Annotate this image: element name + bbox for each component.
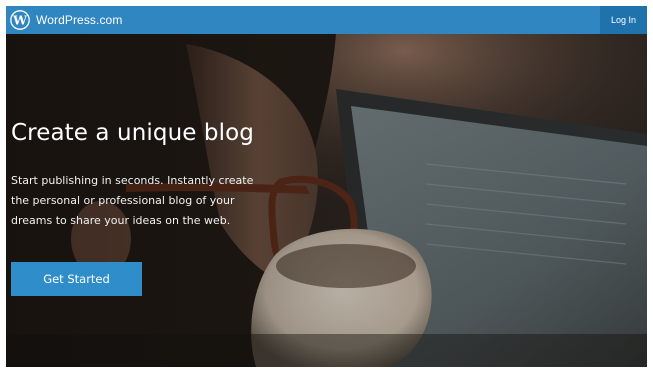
brand-home-link[interactable]: W WordPress.com [10,9,122,31]
brand-name: WordPress.com [36,13,123,27]
wordpress-logo-icon: W [10,10,30,30]
page-frame: W WordPress.com Log In Create a unique b… [6,6,647,367]
svg-text:W: W [12,13,28,28]
hero-headline: Create a unique blog [11,120,254,146]
log-in-button[interactable]: Log In [600,6,647,34]
top-navigation-bar: W WordPress.com Log In [6,6,647,34]
hero-subtext: Start publishing in seconds. Instantly c… [11,174,254,227]
get-started-button[interactable]: Get Started [11,262,142,296]
hero-section: Create a unique blog Start publishing in… [6,34,647,367]
